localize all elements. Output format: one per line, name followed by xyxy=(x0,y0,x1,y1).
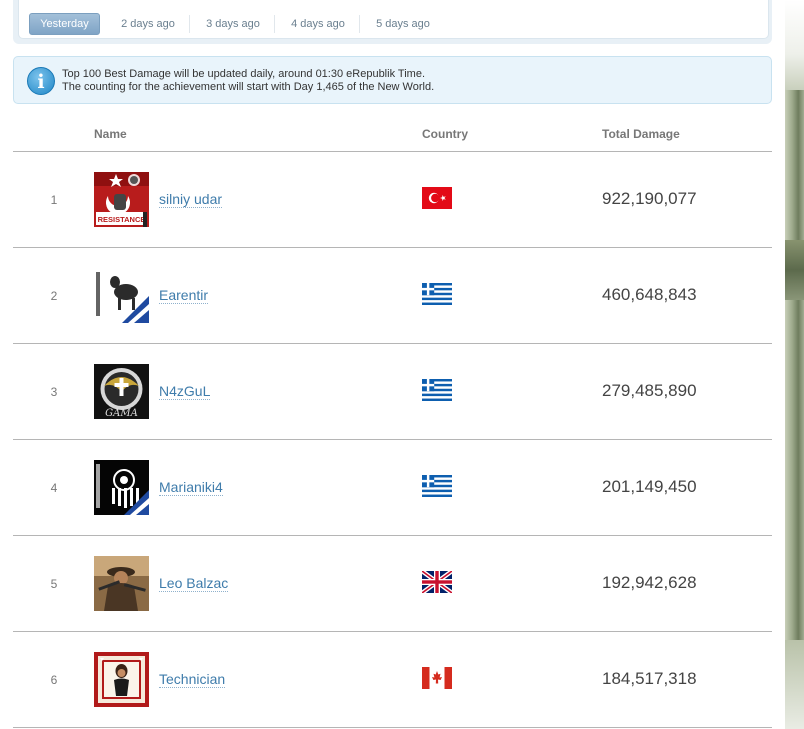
total-damage: 922,190,077 xyxy=(602,189,697,208)
player-name-link[interactable]: silniy udar xyxy=(159,191,223,208)
day-tabs: Yesterday 2 days ago 3 days ago 4 days a… xyxy=(18,0,769,39)
avatar[interactable]: GAMA xyxy=(94,364,149,419)
avatar[interactable] xyxy=(94,556,149,611)
total-damage: 192,942,628 xyxy=(602,573,697,592)
avatar[interactable] xyxy=(94,652,149,707)
tab-yesterday[interactable]: Yesterday xyxy=(29,13,100,35)
player-name-link[interactable]: Earentir xyxy=(159,287,209,304)
svg-text:RESISTANCE: RESISTANCE xyxy=(98,215,146,224)
info-icon: i xyxy=(27,67,55,95)
column-header-total-damage: Total Damage xyxy=(602,127,680,141)
rank: 6 xyxy=(50,673,58,687)
rank: 5 xyxy=(50,577,58,591)
rank: 4 xyxy=(50,481,58,495)
row-divider xyxy=(13,247,772,248)
total-damage: 460,648,843 xyxy=(602,285,697,304)
info-line-1: Top 100 Best Damage will be updated dail… xyxy=(62,68,426,80)
rank: 1 xyxy=(50,193,58,207)
turkey-flag-icon xyxy=(422,187,452,209)
total-damage: 279,485,890 xyxy=(602,381,697,400)
row-divider xyxy=(13,343,772,344)
day-tabs-container: Yesterday 2 days ago 3 days ago 4 days a… xyxy=(13,0,772,44)
info-notice: i Top 100 Best Damage will be updated da… xyxy=(13,56,772,104)
column-header-name: Name xyxy=(94,127,127,141)
player-name-link[interactable]: Leo Balzac xyxy=(159,575,229,592)
greece-flag-icon xyxy=(422,379,452,401)
greece-flag-icon xyxy=(422,475,452,497)
greece-flag-icon xyxy=(422,283,452,305)
uk-flag-icon xyxy=(422,571,452,593)
tab-4-days-ago[interactable]: 4 days ago xyxy=(281,13,355,35)
row-divider xyxy=(13,631,772,632)
row-divider xyxy=(13,535,772,536)
background-edge xyxy=(785,0,804,729)
rank: 3 xyxy=(50,385,58,399)
tab-5-days-ago[interactable]: 5 days ago xyxy=(366,13,440,35)
info-line-2: The counting for the achievement will st… xyxy=(62,81,435,93)
info-text: Top 100 Best Damage will be updated dail… xyxy=(62,68,434,94)
tab-3-days-ago[interactable]: 3 days ago xyxy=(196,13,270,35)
avatar[interactable] xyxy=(94,460,149,515)
total-damage: 201,149,450 xyxy=(602,477,697,496)
player-name-link[interactable]: Technician xyxy=(159,671,226,688)
header-divider xyxy=(13,151,772,152)
row-divider xyxy=(13,727,772,728)
svg-text:GAMA: GAMA xyxy=(105,408,138,419)
player-name-link[interactable]: Marianiki4 xyxy=(159,479,223,496)
tab-2-days-ago[interactable]: 2 days ago xyxy=(111,13,185,35)
total-damage: 184,517,318 xyxy=(602,669,697,688)
avatar[interactable]: RESISTANCE xyxy=(94,172,149,227)
column-header-country: Country xyxy=(422,127,468,141)
avatar[interactable] xyxy=(94,268,149,323)
row-divider xyxy=(13,439,772,440)
player-name-link[interactable]: N4zGuL xyxy=(159,383,211,400)
canada-flag-icon xyxy=(422,667,452,689)
rank: 2 xyxy=(50,289,58,303)
